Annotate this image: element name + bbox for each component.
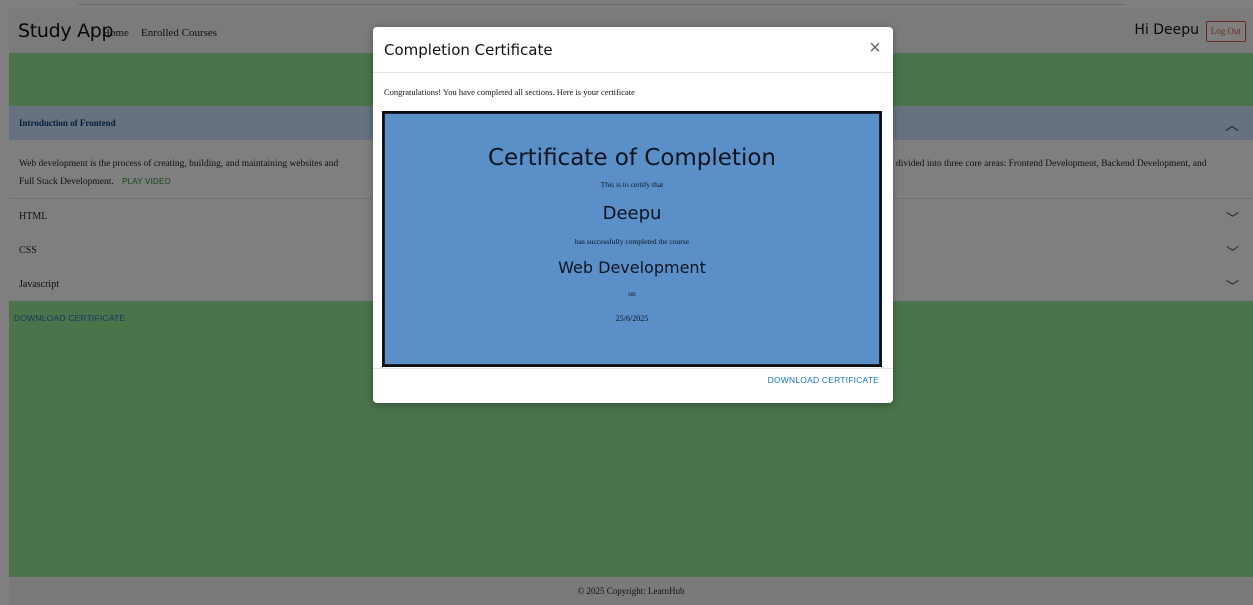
- close-icon[interactable]: ×: [865, 38, 885, 58]
- certificate-completed-text: has successfully completed the course: [574, 237, 690, 246]
- certificate-on-text: on: [628, 289, 636, 298]
- modal-message: Congratulations! You have completed all …: [384, 87, 635, 97]
- certificate-modal: Completion Certificate × Congratulations…: [373, 27, 893, 403]
- modal-footer-divider: [373, 368, 893, 369]
- modal-download-certificate-button[interactable]: DOWNLOAD CERTIFICATE: [768, 375, 879, 385]
- certificate-recipient-name: Deepu: [602, 203, 662, 224]
- modal-title: Completion Certificate: [384, 41, 553, 59]
- modal-header-divider: [373, 72, 893, 73]
- certificate-certify-text: This is to certify that: [600, 180, 664, 189]
- certificate-course-name: Web Development: [558, 258, 706, 277]
- certificate-card: Certificate of Completion This is to cer…: [382, 111, 882, 367]
- certificate-heading: Certificate of Completion: [488, 145, 776, 171]
- certificate-date: 25/6/2025: [615, 314, 649, 323]
